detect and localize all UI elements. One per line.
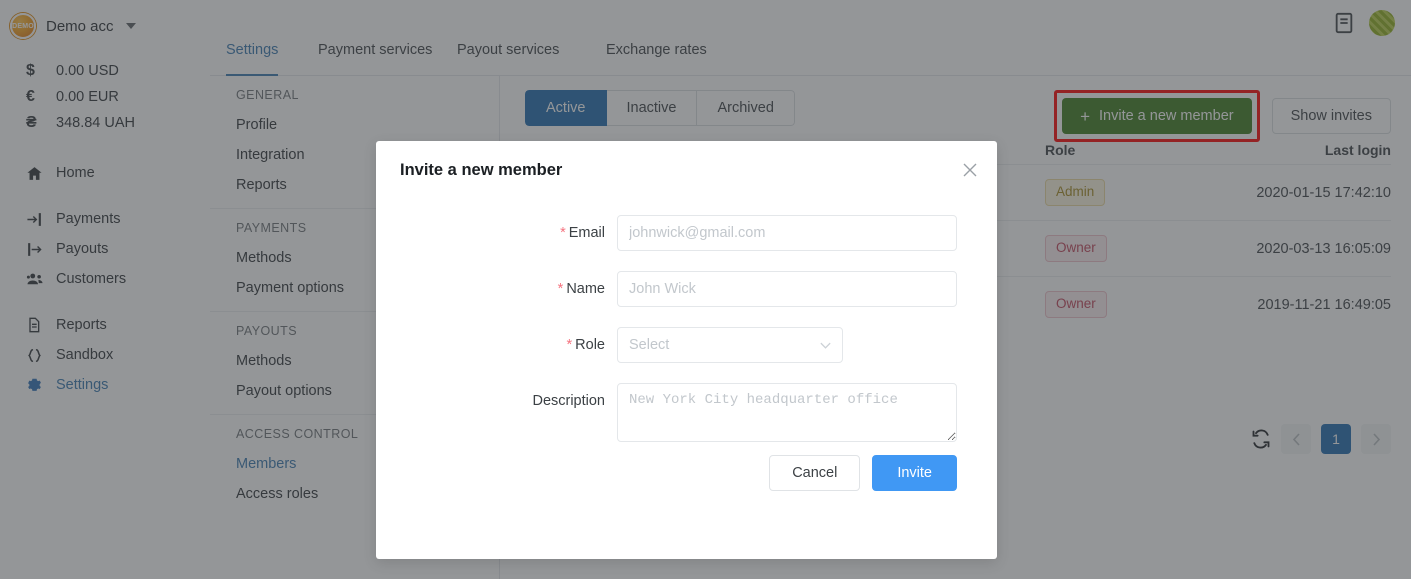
required-marker: *	[557, 281, 564, 297]
description-field[interactable]	[617, 383, 957, 442]
dialog-title: Invite a new member	[400, 161, 563, 179]
app-root: DEMO Demo acc $ 0.00 USD € 0.00 EUR ₴ 34…	[0, 0, 1411, 579]
email-field[interactable]	[617, 215, 957, 251]
label-email-text: Email	[568, 225, 605, 241]
field-row-email: * Email	[376, 215, 997, 251]
dialog-actions: Cancel Invite	[769, 455, 957, 491]
label-name-text: Name	[566, 281, 605, 297]
required-marker: *	[560, 225, 566, 241]
field-row-name: * Name	[376, 271, 997, 307]
invite-button[interactable]: Invite	[872, 455, 957, 491]
cancel-button[interactable]: Cancel	[769, 455, 861, 491]
required-marker: *	[566, 337, 573, 353]
name-field[interactable]	[617, 271, 957, 307]
role-select-value: Select	[629, 337, 670, 353]
field-row-description: Description	[376, 383, 997, 447]
close-icon[interactable]	[961, 161, 979, 179]
role-select[interactable]: Select	[617, 327, 843, 363]
label-email: * Email	[376, 215, 617, 251]
invite-form: *Email *Name *Role	[376, 215, 997, 467]
label-name: * Name	[376, 271, 617, 307]
field-row-role: * Role Select	[376, 327, 997, 363]
chevron-down-icon	[819, 339, 832, 352]
label-description: Description	[532, 393, 605, 409]
label-role-text: Role	[575, 337, 605, 353]
invite-member-dialog: Invite a new member *Email *Name	[376, 141, 997, 559]
label-role: * Role	[376, 327, 617, 363]
